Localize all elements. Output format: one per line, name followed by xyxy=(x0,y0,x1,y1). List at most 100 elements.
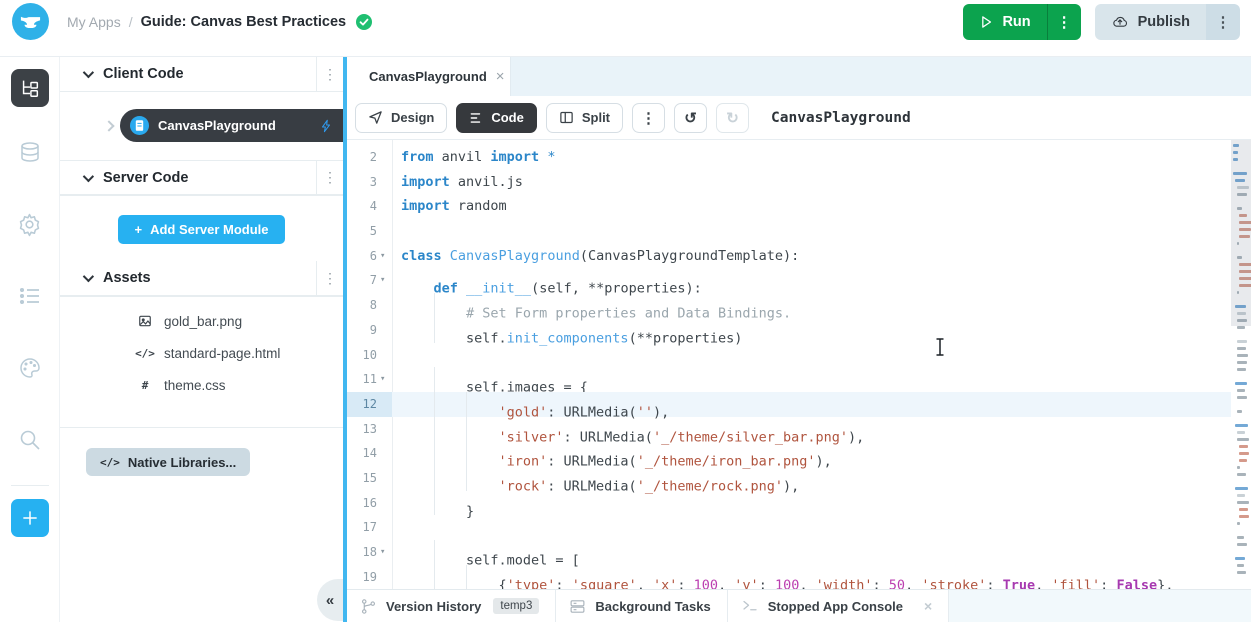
code-line-15[interactable]: 15'rock': URLMedia('_/theme/rock.png'), xyxy=(347,466,1231,491)
run-options-button[interactable]: ⋮ xyxy=(1047,4,1081,40)
editor-menu-button[interactable]: ⋮ xyxy=(632,103,665,133)
rail-item-database[interactable] xyxy=(17,139,43,165)
rail-item-theme[interactable] xyxy=(17,355,43,381)
code-line-12[interactable]: 12'gold': URLMedia(''), xyxy=(347,392,1231,417)
split-view-button[interactable]: Split xyxy=(546,103,623,133)
code-content[interactable] xyxy=(392,515,1231,540)
minimap-viewport[interactable] xyxy=(1231,140,1251,326)
add-component-button[interactable] xyxy=(11,499,49,537)
native-libraries-button[interactable]: </> Native Libraries... xyxy=(86,448,250,476)
code-line-7[interactable]: 7▾def __init__(self, **properties): xyxy=(347,268,1231,293)
breadcrumb-my-apps[interactable]: My Apps xyxy=(67,14,121,30)
code-content[interactable]: from anvil import * xyxy=(392,145,1231,170)
plus-icon: + xyxy=(134,222,142,237)
section-header-assets[interactable]: Assets ⋮ xyxy=(60,261,343,296)
fold-spacer xyxy=(377,318,392,343)
fold-arrow-icon[interactable]: ▾ xyxy=(377,244,392,269)
code-line-18[interactable]: 18▾self.model = [ xyxy=(347,540,1231,565)
code-editor[interactable]: 2from anvil import *3import anvil.js4imp… xyxy=(347,140,1251,589)
section-header-client-code[interactable]: Client Code ⋮ xyxy=(60,57,343,92)
app-console-close-button[interactable]: × xyxy=(924,598,932,614)
code-content[interactable]: import anvil.js xyxy=(392,170,1231,195)
code-line-4[interactable]: 4import random xyxy=(347,194,1231,219)
app-console-tab[interactable]: Stopped App Console × xyxy=(728,590,949,622)
code-content[interactable]: {'type': 'square', 'x': 100, 'y': 100, '… xyxy=(392,565,1231,589)
asset-item-standard-page-html[interactable]: </>standard-page.html xyxy=(60,337,343,369)
code-line-16[interactable]: 16} xyxy=(347,491,1231,516)
asset-item-theme-css[interactable]: #theme.css xyxy=(60,369,343,401)
code-line-8[interactable]: 8# Set Form properties and Data Bindings… xyxy=(347,293,1231,318)
code-content[interactable] xyxy=(392,343,1231,368)
background-tasks-tab[interactable]: Background Tasks xyxy=(556,590,727,622)
code-line-14[interactable]: 14'iron': URLMedia('_/theme/iron_bar.png… xyxy=(347,441,1231,466)
code-line-17[interactable]: 17 xyxy=(347,515,1231,540)
code-content[interactable]: 'rock': URLMedia('_/theme/rock.png'), xyxy=(392,466,1231,491)
rail-item-search[interactable] xyxy=(17,427,43,453)
rail-item-settings[interactable] xyxy=(17,211,43,237)
asset-item-gold-bar-png[interactable]: gold_bar.png xyxy=(60,305,343,337)
minimap-row xyxy=(1237,536,1244,539)
line-gutter: 13 xyxy=(347,417,392,442)
text-cursor-pointer xyxy=(935,338,945,356)
code-line-9[interactable]: 9self.init_components(**properties) xyxy=(347,318,1231,343)
code-line-10[interactable]: 10 xyxy=(347,343,1231,368)
search-icon xyxy=(18,428,42,452)
native-libraries-label: Native Libraries... xyxy=(128,455,236,470)
bottom-tab-bar: Version History temp3 Background Tasks S… xyxy=(347,589,1251,622)
anvil-logo[interactable] xyxy=(12,3,49,40)
top-header: My Apps / Guide: Canvas Best Practices R… xyxy=(0,0,1251,57)
code-line-6[interactable]: 6▾class CanvasPlayground(CanvasPlaygroun… xyxy=(347,244,1231,269)
fold-arrow-icon[interactable]: ▾ xyxy=(377,367,392,392)
code-content[interactable]: 'silver': URLMedia('_/theme/silver_bar.p… xyxy=(392,417,1231,442)
fold-spacer xyxy=(377,343,392,368)
chevron-down-icon xyxy=(83,170,94,181)
run-button[interactable]: Run xyxy=(963,4,1046,40)
lightning-icon[interactable] xyxy=(319,119,333,133)
code-line-19[interactable]: 19{'type': 'square', 'x': 100, 'y': 100,… xyxy=(347,565,1231,589)
code-view-button[interactable]: Code xyxy=(456,103,537,133)
design-view-button[interactable]: Design xyxy=(355,103,447,133)
add-server-module-button[interactable]: + Add Server Module xyxy=(118,215,284,244)
palette-icon xyxy=(18,356,42,380)
undo-button[interactable]: ↺ xyxy=(674,103,707,133)
run-split-button: Run ⋮ xyxy=(963,4,1080,40)
tab-canvasplayground[interactable]: CanvasPlayground × xyxy=(347,57,511,96)
code-content[interactable]: class CanvasPlayground(CanvasPlaygroundT… xyxy=(392,244,1231,269)
assets-menu-button[interactable]: ⋮ xyxy=(316,261,343,295)
section-header-server-code[interactable]: Server Code ⋮ xyxy=(60,160,343,195)
code-content[interactable]: self.model = [ xyxy=(392,540,1231,565)
version-history-tab[interactable]: Version History temp3 xyxy=(347,590,556,622)
app-console-label: Stopped App Console xyxy=(768,599,903,614)
client-code-menu-button[interactable]: ⋮ xyxy=(316,57,343,91)
rail-item-app-logs[interactable] xyxy=(17,283,43,309)
code-content[interactable]: 'gold': URLMedia(''), xyxy=(392,392,1231,417)
rail-divider xyxy=(11,485,49,486)
tree-item-canvasplayground[interactable]: CanvasPlayground xyxy=(60,109,343,142)
tab-close-button[interactable]: × xyxy=(496,68,505,85)
code-line-2[interactable]: 2from anvil import * xyxy=(347,145,1231,170)
code-content[interactable]: # Set Form properties and Data Bindings. xyxy=(392,293,1231,318)
rail-item-app-browser[interactable] xyxy=(11,69,49,107)
code-content[interactable] xyxy=(392,219,1231,244)
code-content[interactable]: 'iron': URLMedia('_/theme/iron_bar.png')… xyxy=(392,441,1231,466)
publish-options-button[interactable]: ⋮ xyxy=(1206,4,1240,40)
saved-check-icon xyxy=(356,14,372,30)
code-line-11[interactable]: 11▾self.images = { xyxy=(347,367,1231,392)
code-line-3[interactable]: 3import anvil.js xyxy=(347,170,1231,195)
fold-arrow-icon[interactable]: ▾ xyxy=(377,540,392,565)
redo-button[interactable]: ↻ xyxy=(716,103,749,133)
code-content[interactable]: self.images = { xyxy=(392,367,1231,392)
minimap-row xyxy=(1237,564,1244,567)
code-line-5[interactable]: 5 xyxy=(347,219,1231,244)
code-content[interactable]: def __init__(self, **properties): xyxy=(392,268,1231,293)
chevron-down-icon xyxy=(83,271,94,282)
server-code-menu-button[interactable]: ⋮ xyxy=(316,161,343,194)
fold-arrow-icon[interactable]: ▾ xyxy=(377,268,392,293)
code-content[interactable]: } xyxy=(392,491,1231,516)
publish-button[interactable]: Publish xyxy=(1095,4,1206,40)
code-content[interactable]: import random xyxy=(392,194,1231,219)
code-line-13[interactable]: 13'silver': URLMedia('_/theme/silver_bar… xyxy=(347,417,1231,442)
line-gutter: 2 xyxy=(347,145,392,170)
code-content[interactable]: self.init_components(**properties) xyxy=(392,318,1231,343)
breadcrumb-separator: / xyxy=(129,14,133,30)
